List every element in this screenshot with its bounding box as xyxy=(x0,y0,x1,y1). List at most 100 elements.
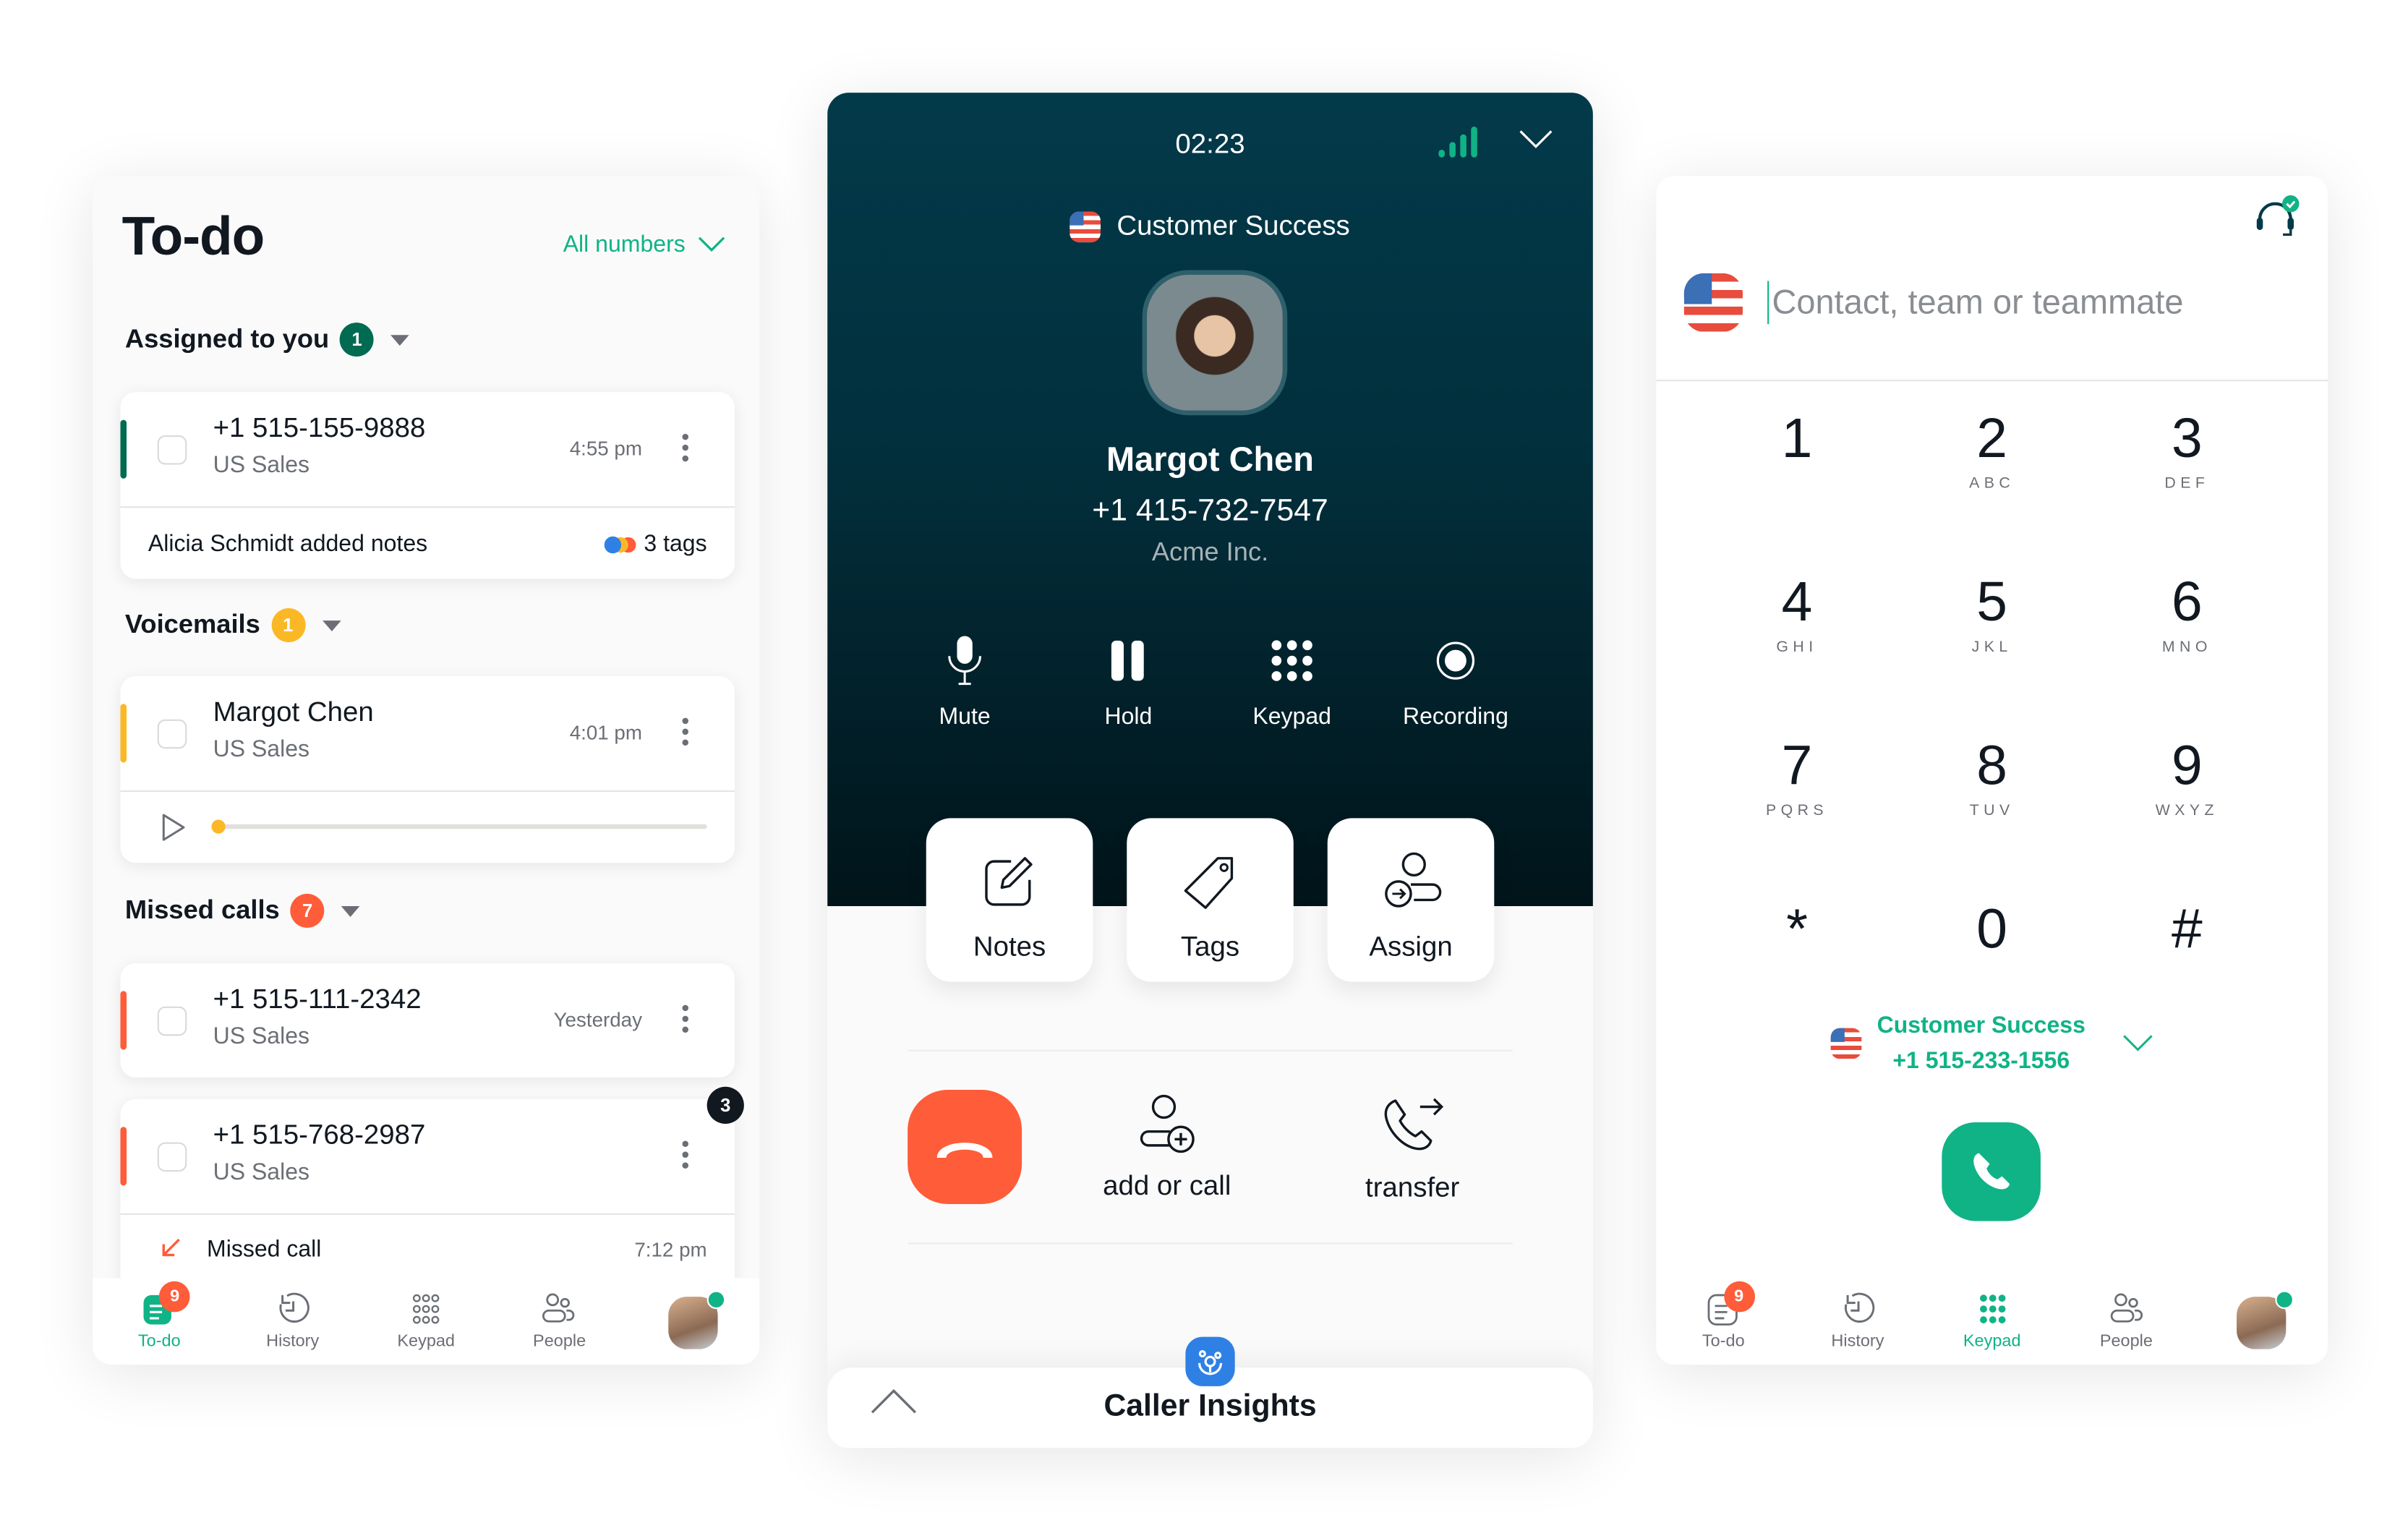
tab-history[interactable]: History xyxy=(1790,1278,1925,1351)
section-missed[interactable]: Missed calls 7 xyxy=(124,893,360,928)
count-badge: 1 xyxy=(340,323,375,357)
hold-button[interactable]: Hold xyxy=(1046,633,1210,730)
caret-down-icon xyxy=(390,334,410,346)
checkbox[interactable] xyxy=(157,1142,187,1172)
more-options-icon[interactable] xyxy=(682,433,689,462)
dial-key[interactable]: 3 DEF xyxy=(2090,406,2285,503)
checkbox[interactable] xyxy=(157,719,187,749)
add-or-call-button[interactable]: add or call xyxy=(1067,1092,1267,1202)
call-button[interactable] xyxy=(1942,1122,2041,1221)
action-label: Notes xyxy=(973,931,1046,962)
dial-key-digit: 4 xyxy=(1781,569,1813,633)
line-name: US Sales xyxy=(213,1023,310,1050)
more-options-icon[interactable] xyxy=(682,1004,689,1033)
tab-todo[interactable]: 9 To-do xyxy=(93,1278,226,1351)
mute-button[interactable]: Mute xyxy=(883,633,1046,730)
number-filter-dropdown[interactable]: All numbers xyxy=(563,231,726,257)
count-badge: 1 xyxy=(270,608,305,642)
tab-todo[interactable]: 9 To-do xyxy=(1656,1278,1790,1351)
transfer-label: transfer xyxy=(1365,1171,1460,1202)
section-label: Missed calls xyxy=(124,895,280,925)
tab-label: History xyxy=(1831,1332,1884,1351)
line-name: US Sales xyxy=(213,736,310,763)
tab-profile[interactable] xyxy=(2193,1278,2328,1349)
tab-label: Keypad xyxy=(397,1332,456,1351)
online-status-dot xyxy=(706,1290,725,1310)
assign-button[interactable]: Assign xyxy=(1327,818,1495,982)
dial-key-digit: 5 xyxy=(1976,569,2008,633)
dial-key[interactable]: 8 TUV xyxy=(1895,734,2090,830)
voicemail-progress-thumb[interactable] xyxy=(211,819,226,834)
tags-button[interactable]: Tags xyxy=(1127,818,1294,982)
dial-key-digit: 9 xyxy=(2171,733,2203,797)
todo-card-assigned[interactable]: +1 515-155-9888 US Sales 4:55 pm Alicia … xyxy=(120,392,735,579)
tags-summary[interactable]: 3 tags xyxy=(604,531,707,558)
tab-profile[interactable] xyxy=(626,1278,759,1349)
checkbox[interactable] xyxy=(157,435,187,465)
tab-keypad[interactable]: Keypad xyxy=(359,1278,492,1351)
tab-keypad[interactable]: Keypad xyxy=(1925,1278,2059,1351)
dial-key-letters: DEF xyxy=(2164,475,2210,492)
tab-label: People xyxy=(2099,1332,2153,1351)
call-count-badge: 3 xyxy=(706,1086,744,1124)
play-icon[interactable] xyxy=(158,812,189,843)
online-status-dot xyxy=(2274,1290,2293,1310)
more-options-icon[interactable] xyxy=(682,717,689,746)
caret-down-icon xyxy=(322,620,341,631)
tab-people[interactable]: People xyxy=(492,1278,626,1351)
action-label: Assign xyxy=(1369,931,1453,962)
todo-panel: To-do All numbers Assigned to you 1 +1 5… xyxy=(93,176,760,1365)
caller-insights-drawer[interactable]: Caller Insights xyxy=(827,1336,1593,1448)
dial-key[interactable]: 4 GHI xyxy=(1699,571,1895,667)
dial-key[interactable]: 1 xyxy=(1699,406,1895,503)
dial-key[interactable]: 5 JKL xyxy=(1895,571,2090,667)
outgoing-line-selector[interactable]: Customer Success +1 515-233-1556 xyxy=(1656,1012,2328,1075)
tag-icon xyxy=(1184,857,1234,909)
number-filter-label: All numbers xyxy=(563,231,686,258)
count-badge: 7 xyxy=(290,893,325,928)
recording-button[interactable]: Recording xyxy=(1374,633,1537,730)
activity-note: Alicia Schmidt added notes xyxy=(148,531,428,558)
contact-search-input[interactable] xyxy=(1767,281,2269,325)
keypad-button[interactable]: Keypad xyxy=(1211,633,1374,730)
timestamp: 4:01 pm xyxy=(569,720,642,744)
tab-people[interactable]: People xyxy=(2059,1278,2194,1351)
section-assigned[interactable]: Assigned to you 1 xyxy=(125,323,410,357)
keypad-icon xyxy=(1271,640,1312,681)
dial-key-digit: * xyxy=(1786,897,1808,960)
dial-key[interactable]: 0 xyxy=(1895,897,2090,994)
dial-key[interactable]: 9 WXYZ xyxy=(2090,733,2285,830)
section-voicemails[interactable]: Voicemails 1 xyxy=(125,608,341,642)
dial-key[interactable]: 6 MNO xyxy=(2090,571,2285,667)
people-icon xyxy=(2109,1293,2143,1323)
dial-key-letters: JKL xyxy=(1971,639,2012,657)
add-person-icon xyxy=(1140,1093,1195,1153)
dial-key-digit: 3 xyxy=(2171,406,2203,469)
notes-icon xyxy=(985,857,1033,906)
divider xyxy=(1656,380,2328,382)
divider xyxy=(908,1242,1513,1245)
dial-key[interactable]: 2 ABC xyxy=(1895,406,2090,503)
dial-key[interactable]: * xyxy=(1699,897,1895,994)
call-line-name: Customer Success xyxy=(1117,210,1350,241)
minimize-chevron-icon[interactable] xyxy=(1519,129,1553,150)
transfer-button[interactable]: transfer xyxy=(1312,1091,1512,1203)
notes-button[interactable]: Notes xyxy=(926,818,1093,982)
microphone-icon xyxy=(948,636,981,686)
phone-number: +1 515-768-2987 xyxy=(213,1119,426,1151)
control-label: Recording xyxy=(1402,704,1508,730)
avatar xyxy=(667,1290,725,1349)
checkbox[interactable] xyxy=(157,1006,187,1036)
tab-history[interactable]: History xyxy=(226,1278,359,1351)
us-flag-icon[interactable] xyxy=(1683,273,1743,332)
headset-status-icon[interactable] xyxy=(2254,195,2300,241)
people-icon xyxy=(542,1293,576,1323)
voicemail-progress-track[interactable] xyxy=(211,819,707,834)
active-call-panel: 02:23 Customer Success Margot Chen +1 41… xyxy=(827,93,1593,1448)
hang-up-button[interactable] xyxy=(908,1090,1022,1204)
todo-card-voicemail[interactable]: Margot Chen US Sales 4:01 pm xyxy=(120,675,735,863)
more-options-icon[interactable] xyxy=(682,1140,689,1169)
todo-card-missed[interactable]: +1 515-111-2342 US Sales Yesterday xyxy=(120,963,735,1078)
dial-key[interactable]: 7 PQRS xyxy=(1699,734,1895,830)
dial-key[interactable]: # xyxy=(2090,897,2285,994)
